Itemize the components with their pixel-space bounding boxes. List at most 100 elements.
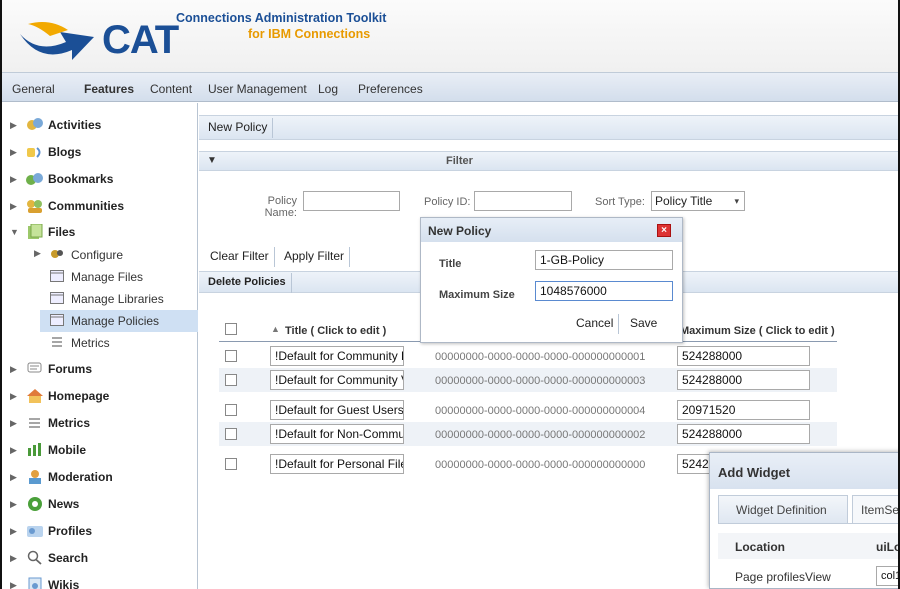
tab-widget-definition[interactable]: Widget Definition	[718, 495, 848, 523]
expand-arrow-icon[interactable]: ▶	[10, 391, 17, 402]
expand-arrow-icon[interactable]: ▶	[10, 580, 17, 589]
cancel-button[interactable]: Cancel	[571, 314, 620, 334]
policy-name-input[interactable]	[303, 191, 400, 211]
sidebar-item-wikis[interactable]: ▶ Wikis	[2, 574, 198, 589]
manage-files-icon	[50, 270, 64, 282]
sort-type-select[interactable]: Policy Title ▾	[651, 191, 745, 211]
max-size-field[interactable]: 524288000	[677, 346, 810, 366]
sidebar-subitem-manage-libraries[interactable]: Manage Libraries	[2, 288, 198, 310]
title-label: Title	[439, 258, 462, 270]
policy-id-cell: 00000000-0000-0000-0000-000000000001	[435, 351, 646, 363]
policy-title-field[interactable]: !Default for Non-Commu	[270, 424, 404, 444]
menu-log[interactable]: Log	[318, 82, 338, 96]
row-checkbox[interactable]	[225, 458, 237, 470]
sidebar-subitem-manage-policies[interactable]: Manage Policies	[40, 310, 198, 332]
row-checkbox[interactable]	[225, 428, 237, 440]
save-button[interactable]: Save	[625, 314, 662, 334]
expand-arrow-icon[interactable]: ▶	[10, 472, 17, 483]
column-header-title[interactable]: Title ( Click to edit )	[285, 325, 386, 337]
max-size-field[interactable]: 20971520	[677, 400, 810, 420]
filter-collapse-icon[interactable]: ▼	[207, 155, 217, 166]
max-size-field[interactable]: 524288000	[677, 424, 810, 444]
new-policy-button[interactable]: New Policy	[203, 118, 274, 138]
sidebar-item-search[interactable]: ▶ Search	[2, 547, 198, 569]
expand-arrow-icon[interactable]: ▶	[10, 418, 17, 429]
sidebar-item-mobile[interactable]: ▶ Mobile	[2, 439, 198, 461]
dialog-header[interactable]: New Policy ×	[421, 218, 682, 242]
max-size-input[interactable]: 1048576000	[535, 281, 673, 301]
expand-arrow-icon[interactable]: ▶	[10, 120, 17, 131]
delete-policies-button[interactable]: Delete Policies	[203, 273, 292, 293]
expand-arrow-icon[interactable]: ▶	[10, 553, 17, 564]
expand-arrow-icon[interactable]: ▶	[10, 147, 17, 158]
sidebar: ▶ Activities ▶ Blogs ▶ Bookmarks ▶ Commu…	[2, 103, 198, 589]
policy-title-field[interactable]: !Default for Guest Users	[270, 400, 404, 420]
policy-title-field[interactable]: !Default for Community V	[270, 370, 404, 390]
sidebar-item-news[interactable]: ▶ News	[2, 493, 198, 515]
expand-arrow-icon[interactable]: ▶	[10, 201, 17, 212]
sidebar-item-label: Forums	[48, 362, 93, 376]
widget-dialog-header[interactable]: Add Widget	[710, 453, 898, 489]
metrics-icon	[52, 337, 62, 347]
blogs-icon	[27, 147, 41, 158]
collapse-arrow-icon[interactable]: ▼	[10, 227, 19, 237]
sidebar-item-forums[interactable]: ▶ Forums	[2, 358, 198, 380]
activities-icon	[27, 118, 43, 130]
profiles-icon	[27, 526, 43, 537]
sidebar-item-bookmarks[interactable]: ▶ Bookmarks	[2, 168, 198, 190]
sidebar-subitem-label: Manage Policies	[71, 314, 160, 328]
sort-ascending-icon[interactable]: ▲	[271, 324, 280, 334]
sort-type-label: Sort Type:	[595, 196, 645, 208]
sidebar-item-label: Search	[48, 551, 89, 565]
sidebar-item-profiles[interactable]: ▶ Profiles	[2, 520, 198, 542]
row-checkbox[interactable]	[225, 350, 237, 362]
add-widget-dialog: Add Widget Widget Definition ItemSe Loca…	[709, 452, 900, 589]
menu-content[interactable]: Content	[150, 82, 192, 96]
expand-arrow-icon[interactable]: ▶	[10, 364, 17, 375]
sidebar-item-homepage[interactable]: ▶ Homepage	[2, 385, 198, 407]
menu-general[interactable]: General	[12, 82, 55, 96]
row-checkbox[interactable]	[225, 374, 237, 386]
column-header-location: Location	[735, 540, 785, 554]
widget-table-header: Location uiLo	[718, 533, 900, 559]
column-header-uilocation: uiLo	[876, 540, 900, 554]
moderation-icon	[29, 470, 41, 484]
sidebar-subitem-label: Configure	[71, 248, 124, 262]
sidebar-item-blogs[interactable]: ▶ Blogs	[2, 141, 198, 163]
sidebar-subitem-metrics[interactable]: Metrics	[2, 332, 198, 354]
select-all-checkbox[interactable]	[225, 323, 237, 335]
close-icon[interactable]: ×	[657, 224, 671, 237]
sidebar-item-label: Metrics	[48, 416, 91, 430]
policy-title-input[interactable]: 1-GB-Policy	[535, 250, 673, 270]
sidebar-subitem-manage-files[interactable]: Manage Files	[2, 266, 198, 288]
menu-user-management[interactable]: User Management	[208, 82, 307, 96]
max-size-field[interactable]: 524288000	[677, 370, 810, 390]
expand-arrow-icon[interactable]: ▶	[10, 499, 17, 510]
sidebar-item-metrics[interactable]: ▶ Metrics	[2, 412, 198, 434]
policy-title-field[interactable]: !Default for Personal File	[270, 454, 404, 474]
expand-arrow-icon[interactable]: ▶	[10, 445, 17, 456]
sidebar-item-files[interactable]: ▼ Files	[2, 221, 198, 243]
sidebar-item-moderation[interactable]: ▶ Moderation	[2, 466, 198, 488]
policy-id-input[interactable]	[474, 191, 572, 211]
sidebar-item-activities[interactable]: ▶ Activities	[2, 114, 198, 136]
expand-arrow-icon[interactable]: ▶	[34, 248, 41, 259]
sidebar-subitem-label: Manage Files	[71, 270, 144, 284]
tab-itemset[interactable]: ItemSe	[852, 495, 898, 523]
clear-filter-button[interactable]: Clear Filter	[205, 247, 275, 267]
sidebar-subitem-configure[interactable]: ▶ Configure	[2, 244, 198, 266]
policy-title-field[interactable]: !Default for Community F	[270, 346, 404, 366]
policy-id-cell: 00000000-0000-0000-0000-000000000003	[435, 375, 646, 387]
filter-header[interactable]: ▼ Filter	[199, 151, 898, 171]
expand-arrow-icon[interactable]: ▶	[10, 174, 17, 185]
menu-features[interactable]: Features	[84, 82, 134, 96]
menu-preferences[interactable]: Preferences	[358, 82, 423, 96]
ui-location-input[interactable]: col1	[876, 566, 898, 586]
app-subtitle: for IBM Connections	[248, 27, 371, 41]
sidebar-item-communities[interactable]: ▶ Communities	[2, 195, 198, 217]
manage-policies-icon	[50, 314, 64, 326]
row-checkbox[interactable]	[225, 404, 237, 416]
expand-arrow-icon[interactable]: ▶	[10, 526, 17, 537]
apply-filter-button[interactable]: Apply Filter	[279, 247, 351, 267]
column-header-max-size[interactable]: Maximum Size ( Click to edit )	[680, 325, 835, 337]
